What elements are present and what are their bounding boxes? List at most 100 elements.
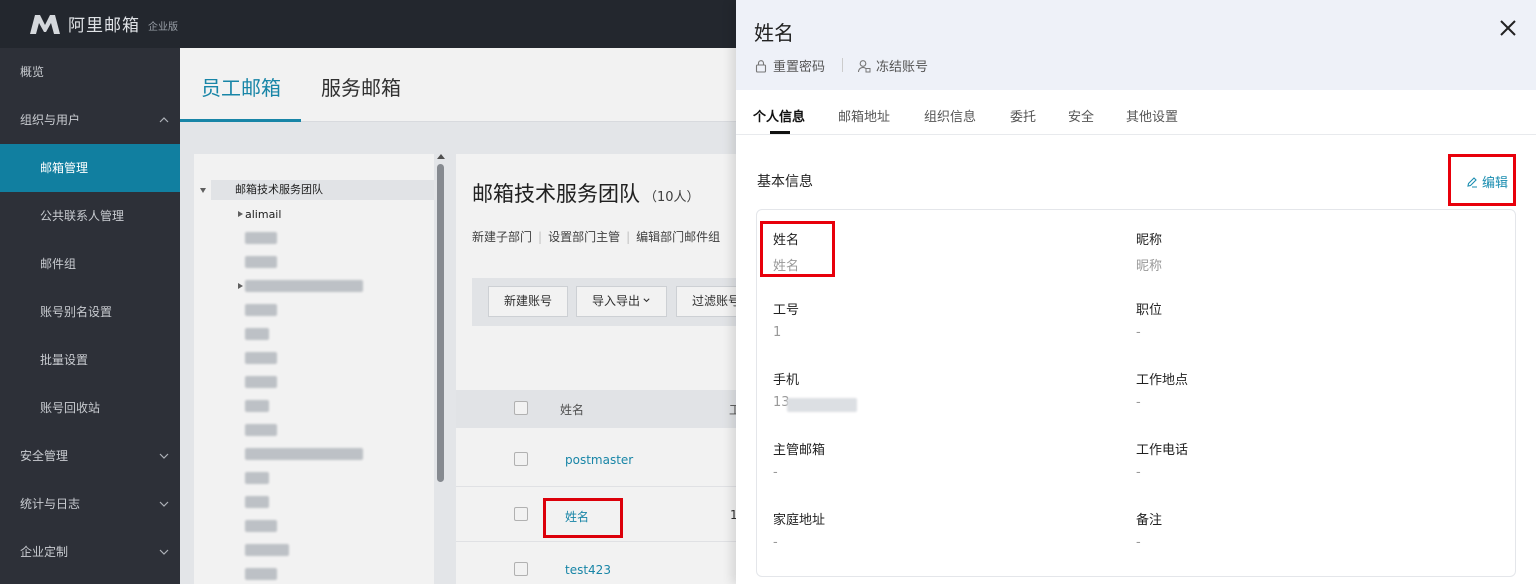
field-label-mobile: 手机	[773, 373, 800, 388]
sidebar-item-public-contacts[interactable]: 公共联系人管理	[0, 192, 180, 240]
sidebar-item-label: 账号别名设置	[40, 305, 113, 319]
tree-node-alimail[interactable]: alimail	[245, 208, 281, 221]
divider	[842, 58, 843, 72]
department-tree: 邮箱技术服务团队 alimail	[194, 154, 434, 584]
sidebar-item-label: 统计与日志	[20, 497, 81, 511]
caret-right-icon[interactable]	[238, 283, 243, 289]
sidebar-item-overview[interactable]: 概览	[0, 48, 180, 96]
field-label-manager-email: 主管邮箱	[773, 443, 826, 458]
field-label-nickname: 昵称	[1136, 233, 1163, 248]
lock-icon	[755, 59, 767, 73]
redacted-node[interactable]	[245, 496, 269, 508]
sidebar-item-stats-logs[interactable]: 统计与日志	[0, 480, 180, 528]
highlight-box	[1448, 154, 1516, 206]
drawer-title: 姓名	[754, 21, 794, 45]
sidebar-item-security-management[interactable]: 安全管理	[0, 432, 180, 480]
redacted-node[interactable]	[245, 376, 277, 388]
redacted-phone	[787, 398, 857, 412]
button-label: 新建账号	[504, 294, 553, 308]
redacted-node[interactable]	[245, 328, 269, 340]
freeze-account-button[interactable]: 冻结账号	[857, 56, 928, 75]
highlight-box	[543, 498, 623, 538]
caret-right-icon[interactable]	[238, 211, 243, 217]
sidebar-item-mailbox-management[interactable]: 邮箱管理	[0, 144, 180, 192]
sidebar-item-mail-groups[interactable]: 邮件组	[0, 240, 180, 288]
redacted-node[interactable]	[245, 400, 269, 412]
tab-service-mailbox[interactable]: 服务邮箱	[321, 72, 401, 101]
filter-accounts-button[interactable]: 过滤账号	[676, 286, 736, 317]
divider: |	[626, 230, 631, 244]
tab-underline	[770, 131, 790, 134]
section-title: 基本信息	[757, 174, 813, 190]
select-all-checkbox[interactable]	[514, 401, 528, 415]
department-name: 邮箱技术服务团队	[472, 182, 640, 206]
tab-personal-info[interactable]: 个人信息	[753, 106, 805, 125]
field-value-nickname: 昵称	[1136, 259, 1163, 274]
brand-logo[interactable]: 阿里邮箱 企业版	[28, 11, 178, 36]
sidebar-item-batch-settings[interactable]: 批量设置	[0, 336, 180, 384]
tab-delegation[interactable]: 委托	[1010, 106, 1036, 125]
new-sub-department-link[interactable]: 新建子部门	[472, 230, 532, 244]
tab-mail-address[interactable]: 邮箱地址	[838, 106, 890, 125]
tab-security[interactable]: 安全	[1068, 106, 1094, 125]
redacted-node[interactable]	[245, 232, 277, 244]
field-label-work-phone: 工作电话	[1136, 443, 1189, 458]
import-export-button[interactable]: 导入导出	[576, 286, 668, 317]
tab-staff-mailbox[interactable]: 员工邮箱	[201, 72, 281, 101]
field-label-position: 职位	[1136, 303, 1163, 318]
field-value-manager-email: -	[773, 465, 778, 480]
tree-scrollbar[interactable]	[436, 154, 446, 584]
scroll-up-icon[interactable]	[437, 154, 445, 159]
sidebar-item-label: 公共联系人管理	[40, 209, 125, 223]
sidebar: 概览 组织与用户 邮箱管理 公共联系人管理 邮件组 账号别名设置 批量设置 账号…	[0, 48, 180, 584]
table-row[interactable]: test423	[456, 543, 736, 584]
sidebar-item-org-users[interactable]: 组织与用户	[0, 96, 180, 144]
sidebar-item-account-alias[interactable]: 账号别名设置	[0, 288, 180, 336]
redacted-node[interactable]	[245, 424, 277, 436]
row-checkbox[interactable]	[514, 452, 528, 466]
column-header-name[interactable]: 姓名	[560, 401, 584, 418]
edit-department-mail-group-link[interactable]: 编辑部门邮件组	[636, 230, 720, 244]
redacted-node[interactable]	[245, 520, 277, 532]
chevron-down-icon	[643, 298, 650, 303]
tab-org-info[interactable]: 组织信息	[924, 106, 976, 125]
row-checkbox[interactable]	[514, 507, 528, 521]
account-name-link[interactable]: postmaster	[565, 453, 633, 467]
brand-edition: 企业版	[148, 21, 178, 33]
user-lock-icon	[857, 59, 871, 72]
set-department-manager-link[interactable]: 设置部门主管	[548, 230, 620, 244]
reset-password-button[interactable]: 重置密码	[754, 56, 825, 75]
scroll-thumb[interactable]	[437, 164, 444, 482]
row-checkbox[interactable]	[514, 562, 528, 576]
account-name-link[interactable]: test423	[565, 563, 611, 577]
freeze-account-label: 冻结账号	[876, 60, 929, 75]
drawer-header: 姓名 重置密码 冻结账号	[736, 0, 1536, 90]
redacted-node[interactable]	[245, 544, 289, 556]
redacted-node[interactable]	[245, 256, 277, 268]
button-label: 导入导出	[592, 294, 641, 308]
table-row[interactable]: postmaster	[456, 433, 736, 487]
close-icon[interactable]	[1498, 18, 1518, 38]
sidebar-item-account-recycle-bin[interactable]: 账号回收站	[0, 384, 180, 432]
tree-root-node[interactable]: 邮箱技术服务团队	[211, 180, 434, 200]
field-value-home-address: -	[773, 535, 778, 550]
redacted-node[interactable]	[245, 568, 277, 580]
new-account-button[interactable]: 新建账号	[488, 286, 569, 317]
chevron-down-icon	[159, 501, 169, 507]
redacted-node[interactable]	[245, 472, 269, 484]
account-toolbar: 新建账号 导入导出 过滤账号	[472, 278, 736, 326]
field-value-position: -	[1136, 325, 1141, 340]
sidebar-item-label: 邮箱管理	[40, 161, 89, 175]
tab-other-settings[interactable]: 其他设置	[1126, 106, 1178, 125]
redacted-node[interactable]	[245, 304, 277, 316]
logo-m-icon	[30, 14, 60, 34]
redacted-node[interactable]	[245, 280, 363, 292]
caret-down-icon[interactable]	[200, 188, 206, 193]
column-header-id[interactable]: 工	[729, 401, 736, 418]
button-label: 过滤账号	[692, 294, 736, 308]
redacted-node[interactable]	[245, 448, 363, 460]
sidebar-item-label: 企业定制	[20, 545, 69, 559]
sidebar-item-enterprise-custom[interactable]: 企业定制	[0, 528, 180, 576]
redacted-node[interactable]	[245, 352, 277, 364]
sidebar-item-label: 组织与用户	[20, 113, 81, 127]
